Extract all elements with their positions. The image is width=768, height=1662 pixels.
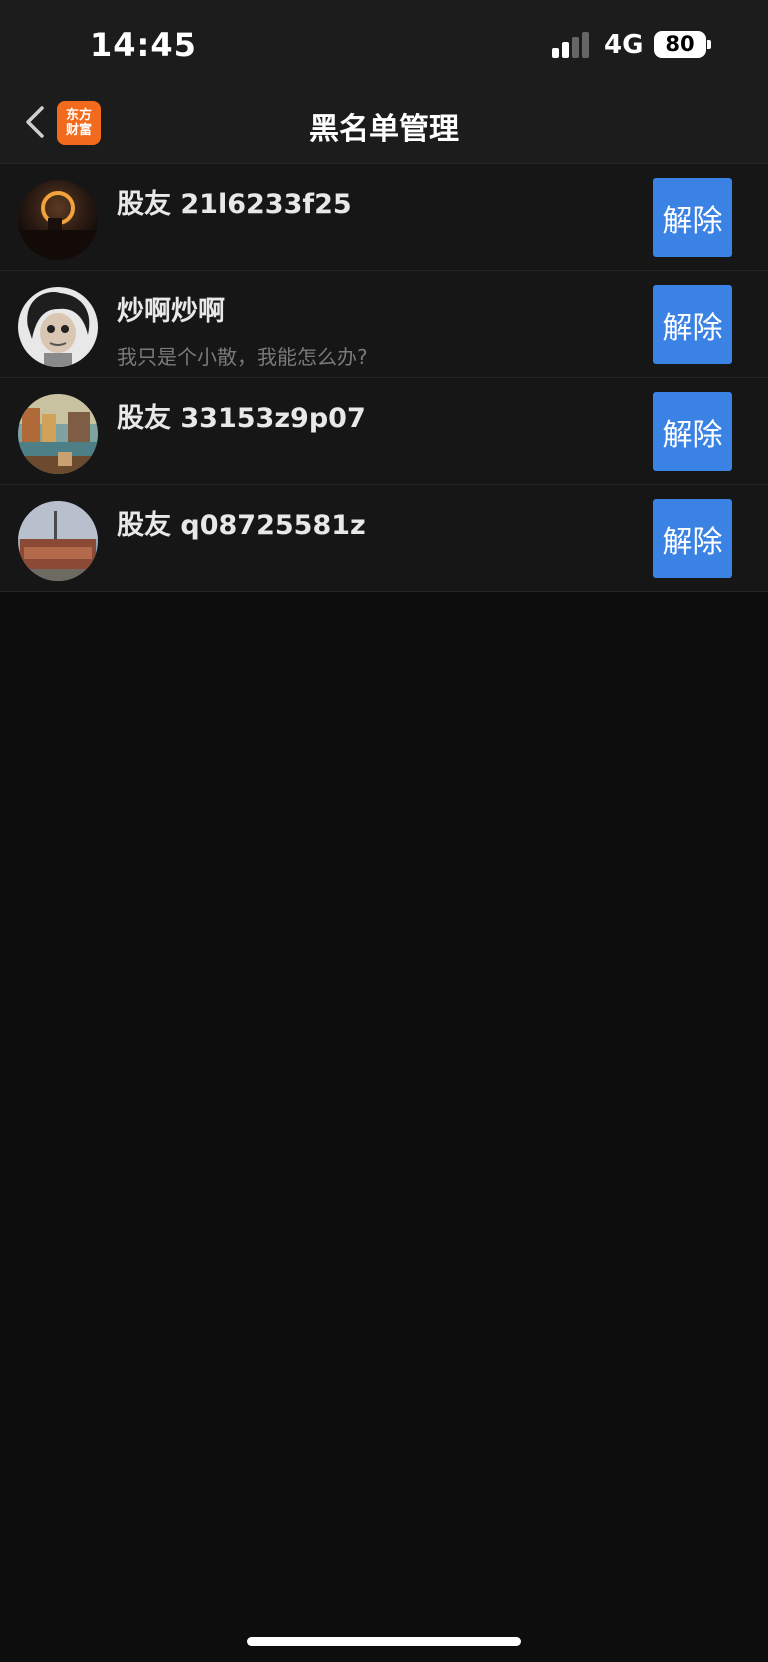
nav-bar: 东方 财富 黑名单管理 (0, 86, 768, 164)
avatar[interactable] (18, 287, 98, 367)
list-item: 炒啊炒啊 我只是个小散，我能怎么办? 解除 (0, 271, 768, 378)
blocked-user-list: 股友 21l6233f25 解除 炒啊炒啊 我只是个小散，我能怎么办? 解除 股… (0, 164, 768, 592)
battery-icon: 80 (654, 31, 706, 58)
battery-tip (707, 40, 711, 49)
status-bar: 14:45 4G 80 (0, 0, 768, 86)
avatar[interactable] (18, 501, 98, 581)
user-name: 炒啊炒啊 (117, 296, 225, 327)
unblock-button[interactable]: 解除 (653, 499, 732, 578)
user-name: 股友 33153z9p07 (117, 403, 366, 434)
avatar[interactable] (18, 180, 98, 260)
user-bio: 我只是个小散，我能怎么办? (117, 345, 368, 369)
unblock-button[interactable]: 解除 (653, 285, 732, 364)
screen: 14:45 4G 80 东方 财富 黑名单管理 股友 21l6233f25 解除… (0, 0, 768, 1662)
user-name: 股友 21l6233f25 (117, 189, 352, 220)
status-time: 14:45 (90, 26, 197, 64)
list-item: 股友 33153z9p07 解除 (0, 378, 768, 485)
avatar[interactable] (18, 394, 98, 474)
unblock-button[interactable]: 解除 (653, 392, 732, 471)
signal-strength-icon (552, 32, 592, 58)
user-name: 股友 q08725581z (117, 510, 366, 541)
home-indicator[interactable] (247, 1637, 521, 1646)
page-title: 黑名单管理 (309, 112, 459, 147)
network-type: 4G (604, 30, 644, 60)
list-item: 股友 21l6233f25 解除 (0, 164, 768, 271)
list-item: 股友 q08725581z 解除 (0, 485, 768, 592)
unblock-button[interactable]: 解除 (653, 178, 732, 257)
